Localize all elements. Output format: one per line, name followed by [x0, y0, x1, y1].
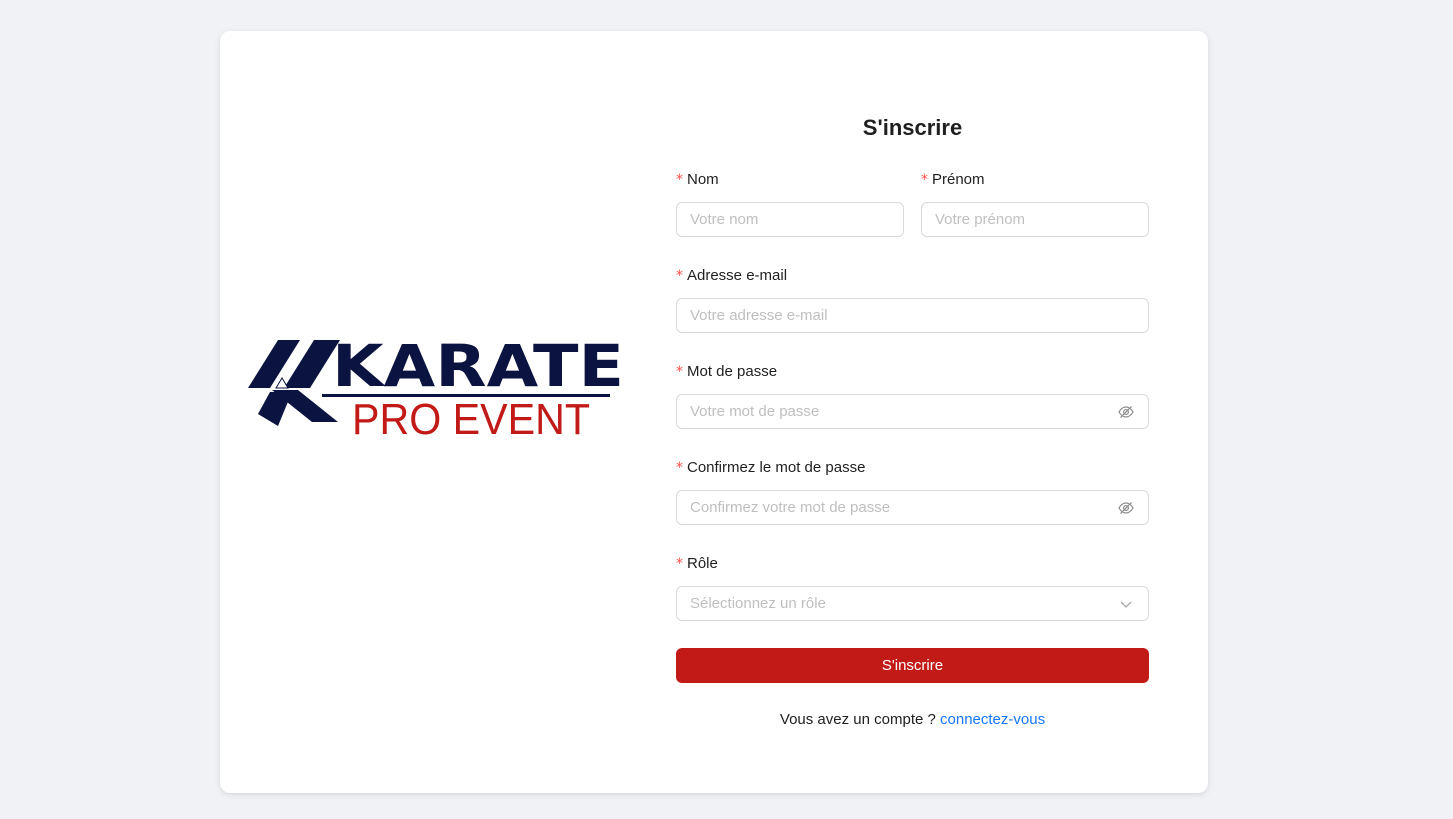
confirm-password-input[interactable]: Confirmez votre mot de passe	[676, 490, 1149, 525]
password-label-text: Mot de passe	[687, 363, 778, 380]
nom-label: * Nom	[676, 171, 719, 188]
eye-invisible-icon[interactable]	[1117, 499, 1135, 517]
email-label-text: Adresse e-mail	[687, 267, 788, 284]
password-label: * Mot de passe	[676, 363, 777, 380]
nom-input[interactable]: Votre nom	[676, 202, 904, 237]
login-link[interactable]: connectez-vous	[940, 711, 1045, 728]
required-mark: *	[676, 172, 683, 188]
prenom-placeholder: Votre prénom	[935, 211, 1026, 228]
required-mark: *	[676, 460, 683, 476]
logo-karate-text: KARATE	[332, 336, 624, 400]
logo-graphic: KARATE PRO EVENT	[248, 336, 624, 444]
role-select[interactable]: Sélectionnez un rôle	[676, 586, 1149, 621]
eye-invisible-icon[interactable]	[1117, 403, 1135, 421]
password-input[interactable]: Votre mot de passe	[676, 394, 1149, 429]
chevron-down-icon	[1117, 595, 1135, 613]
required-mark: *	[676, 556, 683, 572]
required-mark: *	[921, 172, 928, 188]
nom-placeholder: Votre nom	[690, 211, 759, 228]
prenom-input[interactable]: Votre prénom	[921, 202, 1149, 237]
confirm-password-placeholder: Confirmez votre mot de passe	[690, 499, 891, 516]
signup-submit-button[interactable]: S'inscrire	[676, 648, 1149, 683]
logo-pro-event-text: PRO EVENT	[352, 395, 590, 444]
prenom-label-text: Prénom	[932, 171, 985, 188]
role-label-text: Rôle	[687, 555, 718, 572]
email-input[interactable]: Votre adresse e-mail	[676, 298, 1149, 333]
signup-card: KARATE PRO EVENT S'inscrire * Nom Votre n…	[220, 31, 1208, 793]
have-account-text: Vous avez un compte ?	[779, 711, 936, 728]
confirm-password-label-text: Confirmez le mot de passe	[687, 459, 866, 476]
role-label: * Rôle	[676, 555, 718, 572]
page-title: S'inscrire	[862, 115, 963, 140]
signup-form: S'inscrire * Nom Votre nom * Prénom Votre …	[676, 31, 1149, 793]
password-placeholder: Votre mot de passe	[690, 403, 820, 420]
email-placeholder: Votre adresse e-mail	[690, 307, 828, 324]
confirm-password-label: * Confirmez le mot de passe	[676, 459, 865, 476]
email-label: * Adresse e-mail	[676, 267, 787, 284]
required-mark: *	[676, 268, 683, 284]
prenom-label: * Prénom	[921, 171, 985, 188]
karate-pro-event-logo: KARATE PRO EVENT	[248, 336, 628, 446]
nom-label-text: Nom	[687, 171, 719, 188]
login-prompt: Vous avez un compte ? connectez-vous	[676, 711, 1149, 728]
role-placeholder: Sélectionnez un rôle	[690, 595, 826, 612]
required-mark: *	[676, 364, 683, 380]
